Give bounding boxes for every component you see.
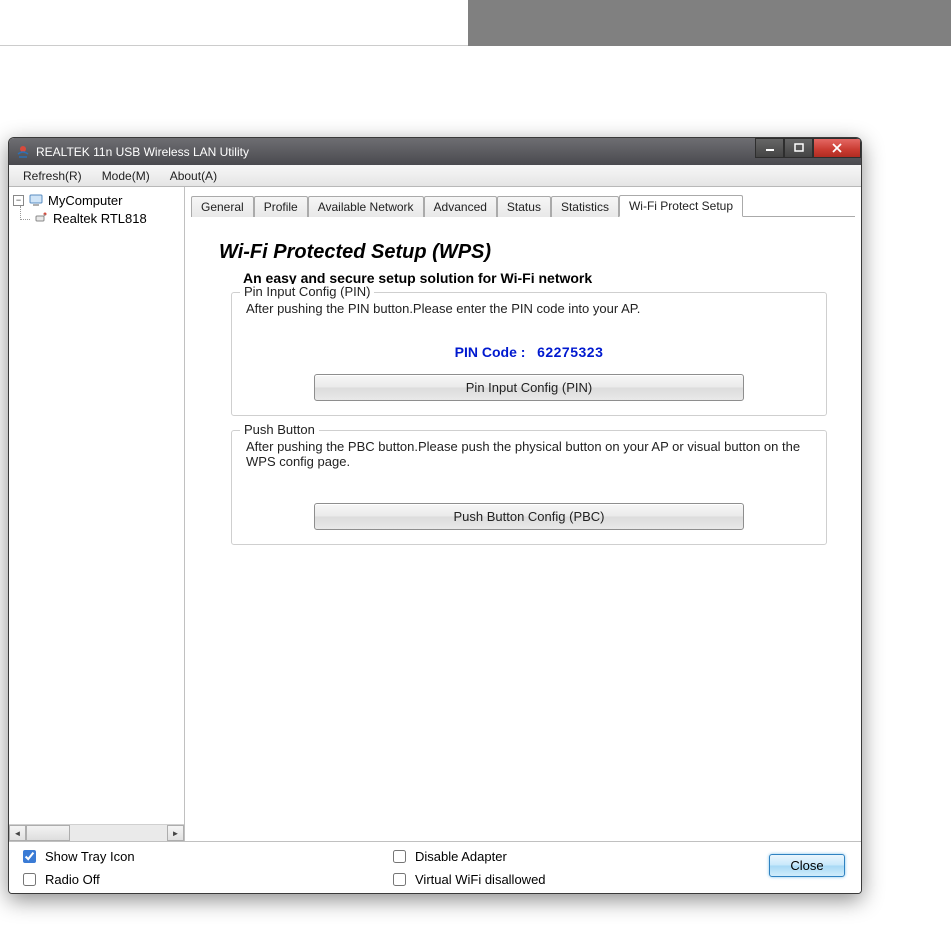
pbc-config-button[interactable]: Push Button Config (PBC) xyxy=(314,503,744,530)
tree-root-label: MyComputer xyxy=(48,193,122,208)
computer-icon xyxy=(28,192,44,208)
menu-mode[interactable]: Mode(M) xyxy=(92,167,160,185)
titlebar[interactable]: REALTEK 11n USB Wireless LAN Utility xyxy=(9,138,861,165)
menu-about[interactable]: About(A) xyxy=(160,167,227,185)
maximize-button[interactable] xyxy=(784,138,813,158)
page-top-strip xyxy=(0,0,951,46)
disable-adapter-label: Disable Adapter xyxy=(415,849,507,864)
groupbox-pin: Pin Input Config (PIN) After pushing the… xyxy=(231,292,827,416)
tab-status[interactable]: Status xyxy=(497,196,551,217)
scroll-thumb[interactable] xyxy=(26,825,70,841)
adapter-icon xyxy=(33,210,49,226)
pbc-description: After pushing the PBC button.Please push… xyxy=(246,439,812,469)
app-window: REALTEK 11n USB Wireless LAN Utility Ref… xyxy=(8,137,862,894)
tree-collapse-icon[interactable]: − xyxy=(13,195,24,206)
pin-code-value: 62275323 xyxy=(537,344,603,360)
groupbox-pin-title: Pin Input Config (PIN) xyxy=(240,284,374,299)
scroll-right-button[interactable]: ► xyxy=(167,825,184,841)
main-panel: General Profile Available Network Advanc… xyxy=(185,187,861,841)
disable-adapter-checkbox[interactable] xyxy=(393,850,406,863)
app-icon xyxy=(15,144,31,160)
radio-off-label: Radio Off xyxy=(45,872,100,887)
tab-wps[interactable]: Wi-Fi Protect Setup xyxy=(619,195,743,217)
spacer xyxy=(246,473,812,503)
groupbox-pbc: Push Button After pushing the PBC button… xyxy=(231,430,827,545)
window-controls xyxy=(755,138,861,158)
content-row: − MyComputer xyxy=(9,187,861,841)
top-strip-left xyxy=(0,0,468,46)
menubar: Refresh(R) Mode(M) About(A) xyxy=(9,165,861,187)
virtual-wifi-checkbox[interactable] xyxy=(393,873,406,886)
minimize-button[interactable] xyxy=(755,138,784,158)
pin-config-button[interactable]: Pin Input Config (PIN) xyxy=(314,374,744,401)
pin-code-line: PIN Code : 62275323 xyxy=(246,344,812,360)
scroll-left-button[interactable]: ◄ xyxy=(9,825,26,841)
menu-refresh[interactable]: Refresh(R) xyxy=(13,167,92,185)
bottom-bar: Show Tray Icon Radio Off Disable Adapter… xyxy=(9,841,861,893)
tree-adapter-label: Realtek RTL818 xyxy=(53,211,147,226)
pin-description: After pushing the PIN button.Please ente… xyxy=(246,301,812,316)
tree-panel: − MyComputer xyxy=(9,187,185,841)
show-tray-row[interactable]: Show Tray Icon xyxy=(19,847,389,866)
bottom-left-column: Show Tray Icon Radio Off xyxy=(19,847,389,889)
tabstrip: General Profile Available Network Advanc… xyxy=(191,193,855,217)
top-strip-right xyxy=(468,0,951,46)
pin-code-label: PIN Code : xyxy=(455,344,526,360)
show-tray-checkbox[interactable] xyxy=(23,850,36,863)
radio-off-checkbox[interactable] xyxy=(23,873,36,886)
close-button[interactable]: Close xyxy=(769,854,845,877)
tree-adapter[interactable]: Realtek RTL818 xyxy=(11,209,182,227)
tab-advanced[interactable]: Advanced xyxy=(424,196,497,217)
close-window-button[interactable] xyxy=(813,138,861,158)
show-tray-label: Show Tray Icon xyxy=(45,849,135,864)
tab-statistics[interactable]: Statistics xyxy=(551,196,619,217)
tree-root[interactable]: − MyComputer xyxy=(11,191,182,209)
tab-profile[interactable]: Profile xyxy=(254,196,308,217)
tree-body: − MyComputer xyxy=(9,187,184,824)
window-title: REALTEK 11n USB Wireless LAN Utility xyxy=(36,145,249,159)
tab-general[interactable]: General xyxy=(191,196,254,217)
tree-hscrollbar[interactable]: ◄ ► xyxy=(9,824,184,841)
tree-branch-line xyxy=(20,206,30,220)
tab-content-wps: Wi-Fi Protected Setup (WPS) An easy and … xyxy=(191,217,855,569)
radio-off-row[interactable]: Radio Off xyxy=(19,870,389,889)
wps-heading: Wi-Fi Protected Setup (WPS) xyxy=(219,241,827,264)
scroll-track[interactable] xyxy=(26,825,167,841)
virtual-wifi-label: Virtual WiFi disallowed xyxy=(415,872,546,887)
tab-available-network[interactable]: Available Network xyxy=(308,196,424,217)
groupbox-pbc-title: Push Button xyxy=(240,422,319,437)
